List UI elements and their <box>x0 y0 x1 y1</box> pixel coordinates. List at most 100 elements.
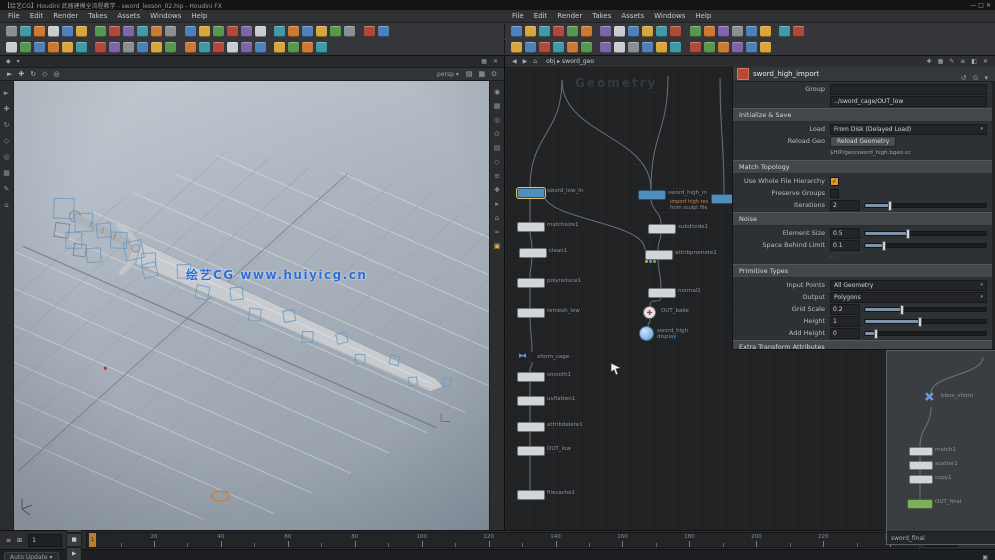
node[interactable] <box>909 461 933 470</box>
shelf-tool-icon[interactable] <box>62 42 73 53</box>
slider-handle[interactable] <box>888 201 892 211</box>
param-field[interactable] <box>830 84 987 95</box>
maximize-button[interactable]: □ <box>978 2 984 9</box>
shelf-tool-icon[interactable] <box>539 42 550 53</box>
shelf-tool-icon[interactable] <box>553 26 564 37</box>
node[interactable] <box>638 190 666 200</box>
grid-icon[interactable]: ▦ <box>3 169 10 177</box>
node[interactable] <box>517 278 545 288</box>
param-section-header[interactable]: Primitive Types <box>733 264 995 278</box>
shelf-tool-icon[interactable] <box>567 26 578 37</box>
slider-handle[interactable] <box>900 305 904 315</box>
param-button[interactable]: Reload Geometry <box>830 136 896 147</box>
shelf-tool-icon[interactable] <box>704 42 715 53</box>
shelf-tool-icon[interactable] <box>567 42 578 53</box>
layout-icon[interactable]: ▦ <box>481 58 487 65</box>
shelf-tool-icon[interactable] <box>185 42 196 53</box>
shelf-tool-icon[interactable] <box>760 42 771 53</box>
menu-edit[interactable]: Edit <box>25 12 49 20</box>
shelf-tool-icon[interactable] <box>670 42 681 53</box>
frame-ruler[interactable]: 1 20406080100120140160180200220240 <box>86 532 918 548</box>
shelf-tool-icon[interactable] <box>553 42 564 53</box>
shelf-tool-icon[interactable] <box>600 42 611 53</box>
scale-icon[interactable]: ◇ <box>4 137 9 145</box>
menu-edit[interactable]: Edit <box>529 12 553 20</box>
shelf-tool-icon[interactable] <box>718 26 729 37</box>
grid-icon[interactable]: ▦ <box>494 102 501 110</box>
shelf-tool-icon[interactable] <box>213 42 224 53</box>
param-slider[interactable] <box>864 319 987 324</box>
shelf-tool-icon[interactable] <box>6 26 17 37</box>
select-icon[interactable]: ► <box>7 70 12 78</box>
shelf-tool-icon[interactable] <box>20 26 31 37</box>
shelf-tool-icon[interactable] <box>614 26 625 37</box>
slider-handle[interactable] <box>874 329 878 339</box>
shelf-tool-icon[interactable] <box>316 26 327 37</box>
slider-handle[interactable] <box>882 241 886 251</box>
menu-render[interactable]: Render <box>552 12 587 20</box>
menu-help[interactable]: Help <box>690 12 716 20</box>
param-value-field[interactable]: 0 <box>830 328 860 339</box>
param-menu[interactable]: From Disk (Delayed Load)▾ <box>830 124 987 135</box>
param-menu[interactable]: All Geometry▾ <box>830 280 987 291</box>
shelf-tool-icon[interactable] <box>642 26 653 37</box>
node-transform[interactable]: ▸◂ <box>519 352 524 361</box>
shelf-tool-icon[interactable] <box>628 42 639 53</box>
slider-handle[interactable] <box>918 317 922 327</box>
chevron-down-icon[interactable]: ▾ <box>984 74 988 82</box>
shelf-tool-icon[interactable] <box>48 42 59 53</box>
shelf-tool-icon[interactable] <box>344 26 355 37</box>
move-icon[interactable]: ✚ <box>18 70 24 78</box>
node[interactable] <box>517 222 545 232</box>
home-view-icon[interactable]: ⌂ <box>495 214 499 222</box>
param-value-field[interactable]: 0.1 <box>830 240 860 251</box>
shelf-tool-icon[interactable] <box>628 26 639 37</box>
param-slider[interactable] <box>864 307 987 312</box>
shelf-tool-icon[interactable] <box>690 42 701 53</box>
shelf-tool-icon[interactable] <box>525 26 536 37</box>
param-checkbox[interactable]: ✓ <box>830 177 839 186</box>
shelf-tool-icon[interactable] <box>378 26 389 37</box>
param-value-field[interactable]: 2 <box>830 200 860 211</box>
loop-icon[interactable]: ∞ <box>494 228 500 236</box>
shelf-tool-icon[interactable] <box>227 42 238 53</box>
back-icon[interactable]: ◀ <box>512 58 517 65</box>
shelf-tool-icon[interactable] <box>20 42 31 53</box>
param-section-header[interactable]: Match Topology <box>733 160 995 174</box>
node[interactable] <box>648 224 676 234</box>
param-value-field[interactable]: 0.5 <box>830 228 860 239</box>
shelf-tool-icon[interactable] <box>34 26 45 37</box>
snap-icon[interactable]: ◎ <box>494 116 500 124</box>
viewport[interactable]: ►✚↻◇◎▦✎⌂ ◉▦◎⊙▤◇≡✚▸⌂∞▣ <box>0 81 504 530</box>
param-slider[interactable] <box>864 243 987 248</box>
shelf-tool-icon[interactable] <box>185 26 196 37</box>
shelf-tool-icon[interactable] <box>6 42 17 53</box>
shelf-tool-icon[interactable] <box>779 26 790 37</box>
shelf-tool-icon[interactable] <box>330 26 341 37</box>
shelf-tool-icon[interactable] <box>137 26 148 37</box>
camera-selector[interactable]: persp ▾ <box>437 71 459 78</box>
shelf-tool-icon[interactable] <box>670 26 681 37</box>
scale-icon[interactable]: ◇ <box>42 70 47 78</box>
node-display[interactable] <box>639 326 654 341</box>
node[interactable] <box>909 447 933 456</box>
shelf-tool-icon[interactable] <box>34 42 45 53</box>
shelf-tool-icon[interactable] <box>746 26 757 37</box>
edit-icon[interactable]: ✎ <box>4 185 10 193</box>
shelf-tool-icon[interactable] <box>656 26 667 37</box>
node[interactable] <box>517 422 545 432</box>
node[interactable] <box>645 250 673 260</box>
param-section-header[interactable]: Initialize & Save <box>733 108 995 122</box>
shelf-tool-icon[interactable] <box>288 42 299 53</box>
shelf-tool-icon[interactable] <box>614 42 625 53</box>
cache-indicator-icon[interactable]: ▣ <box>982 554 988 560</box>
shelf-tool-icon[interactable] <box>511 26 522 37</box>
shelf-tool-icon[interactable] <box>581 42 592 53</box>
shelf-tool-icon[interactable] <box>227 26 238 37</box>
camera-icon[interactable]: ◉ <box>494 88 500 96</box>
menu-file[interactable]: File <box>3 12 25 20</box>
param-slider[interactable] <box>864 231 987 236</box>
menu-assets[interactable]: Assets <box>112 12 145 20</box>
shelf-tool-icon[interactable] <box>274 26 285 37</box>
secondary-network-pane[interactable]: ✚bbox_xformmatch1scatter1copy1OUT_final … <box>886 350 995 545</box>
